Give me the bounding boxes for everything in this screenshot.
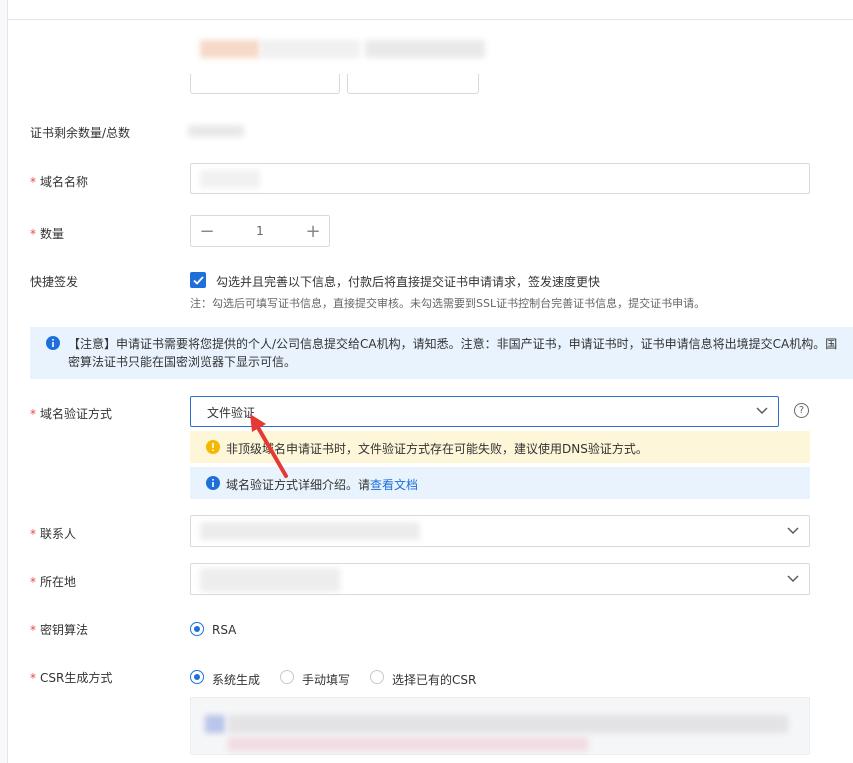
ca-notice-banner: 【注意】申请证书需要将您提供的个人/公司信息提交给CA机构，请知悉。注意：非国产… bbox=[30, 327, 853, 379]
contact-label: * 联系人 bbox=[30, 527, 77, 541]
csr-system-radio[interactable] bbox=[190, 670, 204, 684]
quantity-value[interactable]: 1 bbox=[223, 224, 297, 238]
quick-sign-note: 注：勾选后可填写证书信息，直接提交审核。未勾选需要到SSL证书控制台完善证书信息… bbox=[190, 297, 706, 310]
decrement-button[interactable]: − bbox=[191, 216, 223, 246]
contact-redacted bbox=[200, 522, 420, 540]
info-icon bbox=[206, 476, 220, 490]
rsa-label[interactable]: RSA bbox=[212, 623, 236, 637]
csr-manual-radio[interactable] bbox=[280, 670, 294, 684]
verify-method-label: * 域名验证方式 bbox=[30, 407, 113, 421]
csr-redacted-2 bbox=[228, 715, 788, 733]
domain-label: * 域名名称 bbox=[30, 175, 89, 189]
domain-input[interactable] bbox=[190, 163, 810, 194]
increment-button[interactable]: + bbox=[297, 216, 329, 246]
rsa-radio[interactable] bbox=[190, 622, 204, 636]
cert-count-value bbox=[188, 125, 244, 137]
chevron-down-icon bbox=[787, 575, 799, 582]
location-label: * 所在地 bbox=[30, 575, 77, 589]
chevron-down-icon bbox=[756, 407, 768, 414]
quantity-stepper[interactable]: − 1 + bbox=[190, 215, 330, 247]
quick-sign-label: 快捷签发 bbox=[30, 275, 79, 289]
quick-sign-checkbox-text: 勾选并且完善以下信息，付款后将直接提交证书申请请求，签发速度更快 bbox=[216, 275, 601, 289]
redacted-header-2 bbox=[260, 40, 360, 58]
domain-input-redacted bbox=[200, 170, 260, 188]
csr-redacted-3 bbox=[228, 737, 588, 751]
csr-system-label[interactable]: 系统生成 bbox=[212, 671, 260, 688]
product-option-1[interactable] bbox=[190, 74, 340, 94]
csr-existing-label[interactable]: 选择已有的CSR bbox=[392, 671, 476, 688]
quantity-label: * 数量 bbox=[30, 227, 65, 241]
help-icon[interactable]: ? bbox=[794, 403, 809, 418]
key-algo-label: * 密钥算法 bbox=[30, 623, 89, 637]
view-docs-link[interactable]: 查看文档 bbox=[370, 478, 418, 492]
check-icon bbox=[192, 275, 204, 285]
top-divider bbox=[8, 19, 853, 20]
redacted-header-1 bbox=[200, 40, 260, 58]
cert-count-label: 证书剩余数量/总数 bbox=[30, 126, 131, 140]
info-icon bbox=[46, 336, 60, 350]
csr-redacted-1 bbox=[205, 715, 225, 733]
csr-manual-label[interactable]: 手动填写 bbox=[302, 671, 350, 688]
csr-label: * CSR生成方式 bbox=[30, 671, 113, 685]
quick-sign-checkbox[interactable] bbox=[190, 272, 206, 288]
left-panel-edge bbox=[0, 0, 8, 763]
csr-existing-radio[interactable] bbox=[370, 670, 384, 684]
warning-icon bbox=[206, 440, 220, 454]
annotation-arrow-icon bbox=[250, 414, 288, 478]
ca-notice-text: 【注意】申请证书需要将您提供的个人/公司信息提交给CA机构，请知悉。注意：非国产… bbox=[68, 337, 838, 369]
location-redacted bbox=[200, 568, 340, 592]
redacted-header-3 bbox=[365, 40, 485, 58]
chevron-down-icon bbox=[787, 527, 799, 534]
product-option-2[interactable] bbox=[347, 74, 479, 94]
